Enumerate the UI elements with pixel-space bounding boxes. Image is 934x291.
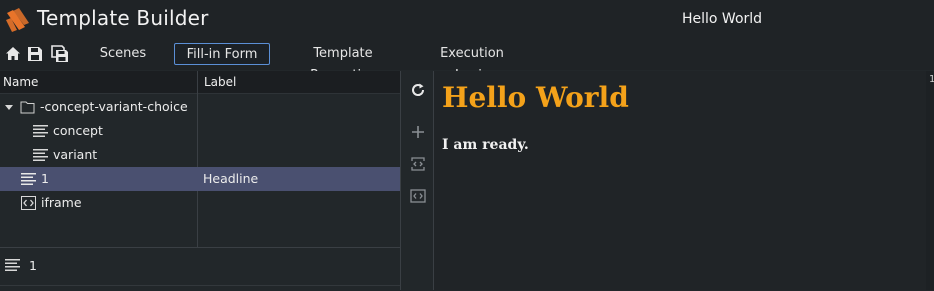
divider [0, 285, 400, 286]
refresh-icon[interactable] [410, 82, 426, 98]
title-bar: Template Builder Hello World [0, 0, 934, 38]
field-tree-panel: Name Label -concept-variant-choice conce… [0, 71, 400, 247]
tab-scenes[interactable]: Scenes [96, 43, 150, 65]
app-title: Template Builder [37, 6, 209, 30]
home-icon[interactable] [4, 45, 22, 63]
save-all-icon[interactable] [51, 45, 69, 63]
logo-icon [6, 8, 29, 32]
tab-fill-in-form[interactable]: Fill-in Form [174, 43, 270, 65]
code-icon[interactable] [410, 188, 426, 204]
preview-subtext: I am ready. [442, 137, 529, 153]
list-icon [5, 259, 20, 271]
tree-row-concept-variant-choice[interactable]: -concept-variant-choice [0, 95, 400, 119]
insert-field-icon[interactable] [410, 156, 426, 172]
column-header-name[interactable]: Name [3, 75, 38, 89]
tree-row-iframe[interactable]: iframe [0, 191, 400, 215]
tree-row-1[interactable]: 1 Headline [0, 167, 400, 191]
template-preview[interactable]: Hello World I am ready. [434, 71, 926, 290]
tree-row-variant[interactable]: variant [0, 143, 400, 167]
folder-icon [20, 101, 35, 114]
tree-row-field-label: Headline [203, 171, 259, 186]
plus-icon[interactable] [410, 124, 426, 140]
preview-toolbar [401, 71, 433, 290]
document-title: Hello World [682, 11, 763, 27]
list-icon [33, 149, 48, 161]
right-panel-text: 1 [929, 74, 934, 85]
tree-row-label: iframe [41, 195, 82, 210]
save-icon[interactable] [26, 45, 44, 63]
tree-row-label: variant [53, 147, 98, 162]
toolbar: Scenes Fill-in Form Template Properties … [0, 38, 934, 83]
right-panel-edge [926, 71, 934, 290]
list-icon [33, 125, 48, 137]
tab-template-properties[interactable]: Template Properties [280, 43, 406, 83]
tree-row-label: concept [53, 123, 103, 138]
tree-header: Name Label [0, 71, 400, 94]
selected-field-panel: 1 [0, 247, 400, 291]
preview-headline: Hello World [442, 81, 629, 114]
tree-row-label: 1 [41, 171, 49, 186]
chevron-down-icon[interactable] [4, 100, 14, 114]
tab-execution-logic[interactable]: Execution Logic [422, 43, 522, 83]
tree-row-concept[interactable]: concept [0, 119, 400, 143]
column-header-label[interactable]: Label [204, 75, 236, 89]
selected-field-name: 1 [29, 258, 37, 273]
code-icon [21, 196, 36, 210]
list-icon [21, 173, 36, 185]
tree-row-label: -concept-variant-choice [40, 99, 188, 114]
